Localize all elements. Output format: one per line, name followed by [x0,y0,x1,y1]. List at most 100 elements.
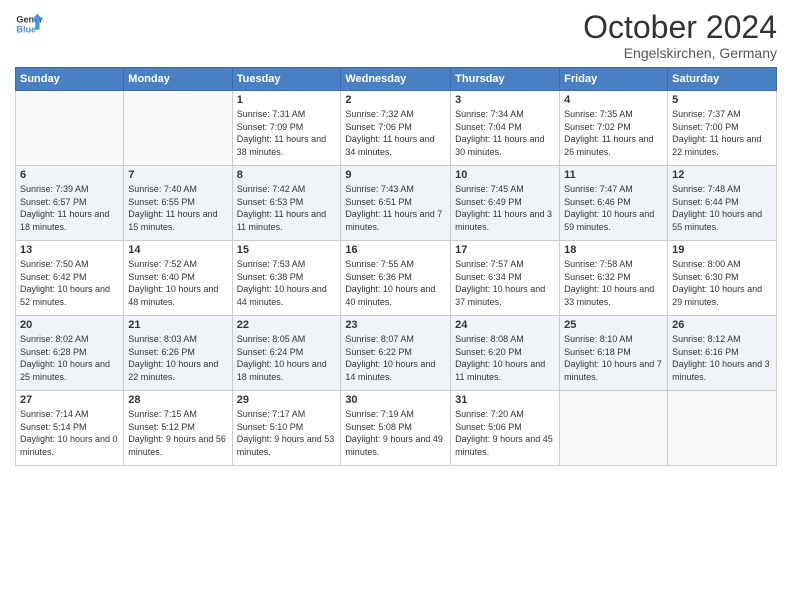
day-info: Sunrise: 7:43 AMSunset: 6:51 PMDaylight:… [345,183,446,233]
week-row-3: 13 Sunrise: 7:50 AMSunset: 6:42 PMDayligh… [16,241,777,316]
location: Engelskirchen, Germany [583,45,777,61]
day-number: 19 [672,244,772,256]
day-number: 13 [20,244,119,256]
day-info: Sunrise: 8:02 AMSunset: 6:28 PMDaylight:… [20,333,119,383]
day-number: 11 [564,169,663,181]
month-title: October 2024 [583,10,777,45]
calendar-cell: 24 Sunrise: 8:08 AMSunset: 6:20 PMDayligh… [451,316,560,391]
day-number: 9 [345,169,446,181]
day-number: 2 [345,94,446,106]
calendar-cell: 8 Sunrise: 7:42 AMSunset: 6:53 PMDaylight… [232,166,341,241]
calendar-cell: 16 Sunrise: 7:55 AMSunset: 6:36 PMDayligh… [341,241,451,316]
calendar-cell [16,91,124,166]
calendar-cell: 18 Sunrise: 7:58 AMSunset: 6:32 PMDayligh… [560,241,668,316]
weekday-header-thursday: Thursday [451,68,560,91]
day-info: Sunrise: 7:15 AMSunset: 5:12 PMDaylight:… [128,408,227,458]
day-number: 20 [20,319,119,331]
calendar-cell: 1 Sunrise: 7:31 AMSunset: 7:09 PMDaylight… [232,91,341,166]
week-row-4: 20 Sunrise: 8:02 AMSunset: 6:28 PMDayligh… [16,316,777,391]
day-number: 6 [20,169,119,181]
weekday-header-row: SundayMondayTuesdayWednesdayThursdayFrid… [16,68,777,91]
logo-icon: General Blue [15,10,43,38]
calendar-cell: 14Sunrise: 7:52 AMSunset: 6:40 PMDayligh… [124,241,232,316]
calendar-cell: 19 Sunrise: 8:00 AMSunset: 6:30 PMDayligh… [668,241,777,316]
calendar-cell: 20 Sunrise: 8:02 AMSunset: 6:28 PMDayligh… [16,316,124,391]
day-info: Sunrise: 7:45 AMSunset: 6:49 PMDaylight:… [455,183,555,233]
day-info: Sunrise: 8:08 AMSunset: 6:20 PMDaylight:… [455,333,555,383]
day-info: Sunrise: 7:47 AMSunset: 6:46 PMDaylight:… [564,183,663,233]
weekday-header-sunday: Sunday [16,68,124,91]
day-number: 7 [128,169,227,181]
day-info: Sunrise: 7:34 AMSunset: 7:04 PMDaylight:… [455,108,555,158]
week-row-5: 27 Sunrise: 7:14 AMSunset: 5:14 PMDayligh… [16,391,777,466]
weekday-header-monday: Monday [124,68,232,91]
day-number: 5 [672,94,772,106]
calendar-cell: 22Sunrise: 8:05 AMSunset: 6:24 PMDayligh… [232,316,341,391]
calendar-cell: 2 Sunrise: 7:32 AMSunset: 7:06 PMDaylight… [341,91,451,166]
day-info: Sunrise: 7:32 AMSunset: 7:06 PMDaylight:… [345,108,446,158]
calendar-cell [560,391,668,466]
calendar-cell: 29 Sunrise: 7:17 AMSunset: 5:10 PMDayligh… [232,391,341,466]
calendar-cell: 31Sunrise: 7:20 AMSunset: 5:06 PMDayligh… [451,391,560,466]
day-info: Sunrise: 8:07 AMSunset: 6:22 PMDaylight:… [345,333,446,383]
day-number: 21 [128,319,227,331]
day-number: 30 [345,394,446,406]
day-number: 28 [128,394,227,406]
calendar-cell: 4Sunrise: 7:35 AMSunset: 7:02 PMDaylight… [560,91,668,166]
calendar-cell: 21 Sunrise: 8:03 AMSunset: 6:26 PMDayligh… [124,316,232,391]
day-info: Sunrise: 7:37 AMSunset: 7:00 PMDaylight:… [672,108,772,158]
day-number: 3 [455,94,555,106]
day-info: Sunrise: 7:35 AMSunset: 7:02 PMDaylight:… [564,108,663,158]
day-number: 14 [128,244,227,256]
header: General Blue October 2024 Engelskirchen,… [15,10,777,61]
day-info: Sunrise: 7:19 AMSunset: 5:08 PMDaylight:… [345,408,446,458]
day-info: Sunrise: 7:50 AMSunset: 6:42 PMDaylight:… [20,258,119,308]
calendar-cell [668,391,777,466]
calendar-cell: 30 Sunrise: 7:19 AMSunset: 5:08 PMDayligh… [341,391,451,466]
day-number: 10 [455,169,555,181]
day-number: 1 [237,94,337,106]
day-info: Sunrise: 8:03 AMSunset: 6:26 PMDaylight:… [128,333,227,383]
calendar-cell: 6 Sunrise: 7:39 AMSunset: 6:57 PMDaylight… [16,166,124,241]
week-row-1: 1 Sunrise: 7:31 AMSunset: 7:09 PMDaylight… [16,91,777,166]
day-number: 24 [455,319,555,331]
calendar-cell: 3 Sunrise: 7:34 AMSunset: 7:04 PMDaylight… [451,91,560,166]
day-info: Sunrise: 7:42 AMSunset: 6:53 PMDaylight:… [237,183,337,233]
calendar-cell: 25Sunrise: 8:10 AMSunset: 6:18 PMDayligh… [560,316,668,391]
calendar-cell: 11 Sunrise: 7:47 AMSunset: 6:46 PMDayligh… [560,166,668,241]
svg-text:Blue: Blue [16,24,36,34]
day-number: 8 [237,169,337,181]
calendar-cell: 9 Sunrise: 7:43 AMSunset: 6:51 PMDaylight… [341,166,451,241]
day-info: Sunrise: 7:57 AMSunset: 6:34 PMDaylight:… [455,258,555,308]
day-info: Sunrise: 7:17 AMSunset: 5:10 PMDaylight:… [237,408,337,458]
day-number: 18 [564,244,663,256]
day-info: Sunrise: 7:39 AMSunset: 6:57 PMDaylight:… [20,183,119,233]
calendar-cell: 17Sunrise: 7:57 AMSunset: 6:34 PMDayligh… [451,241,560,316]
day-number: 15 [237,244,337,256]
day-info: Sunrise: 7:53 AMSunset: 6:38 PMDaylight:… [237,258,337,308]
weekday-header-friday: Friday [560,68,668,91]
day-number: 12 [672,169,772,181]
weekday-header-tuesday: Tuesday [232,68,341,91]
calendar-cell: 23Sunrise: 8:07 AMSunset: 6:22 PMDayligh… [341,316,451,391]
day-number: 27 [20,394,119,406]
calendar-cell: 7Sunrise: 7:40 AMSunset: 6:55 PMDaylight… [124,166,232,241]
day-number: 26 [672,319,772,331]
calendar-cell [124,91,232,166]
day-number: 31 [455,394,555,406]
calendar-table: SundayMondayTuesdayWednesdayThursdayFrid… [15,67,777,466]
calendar-cell: 5 Sunrise: 7:37 AMSunset: 7:00 PMDaylight… [668,91,777,166]
calendar-cell: 28 Sunrise: 7:15 AMSunset: 5:12 PMDayligh… [124,391,232,466]
title-area: October 2024 Engelskirchen, Germany [583,10,777,61]
calendar-cell: 15 Sunrise: 7:53 AMSunset: 6:38 PMDayligh… [232,241,341,316]
day-info: Sunrise: 7:14 AMSunset: 5:14 PMDaylight:… [20,408,119,458]
day-number: 29 [237,394,337,406]
day-info: Sunrise: 8:00 AMSunset: 6:30 PMDaylight:… [672,258,772,308]
weekday-header-saturday: Saturday [668,68,777,91]
day-number: 16 [345,244,446,256]
day-info: Sunrise: 7:55 AMSunset: 6:36 PMDaylight:… [345,258,446,308]
day-info: Sunrise: 7:58 AMSunset: 6:32 PMDaylight:… [564,258,663,308]
logo: General Blue [15,10,43,38]
day-info: Sunrise: 8:12 AMSunset: 6:16 PMDaylight:… [672,333,772,383]
day-info: Sunrise: 7:31 AMSunset: 7:09 PMDaylight:… [237,108,337,158]
